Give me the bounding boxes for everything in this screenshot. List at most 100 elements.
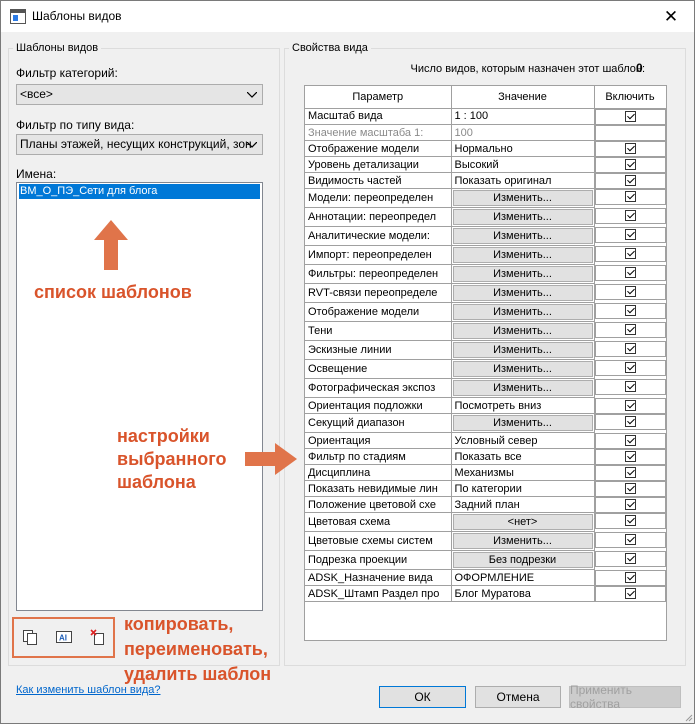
- edit-value-button[interactable]: Изменить...: [452, 228, 593, 244]
- table-row[interactable]: Секущий диапазон Изменить...: [305, 413, 666, 433]
- edit-value-button[interactable]: Изменить...: [452, 342, 593, 358]
- include-checkbox[interactable]: [624, 400, 636, 411]
- table-row[interactable]: Уровень детализации Высокий: [305, 156, 666, 173]
- include-checkbox[interactable]: [624, 305, 636, 316]
- include-checkbox[interactable]: [624, 483, 636, 494]
- include-checkbox[interactable]: [624, 248, 636, 259]
- include-checkbox[interactable]: [624, 416, 636, 427]
- include-checkbox[interactable]: [624, 343, 636, 354]
- include-checkbox[interactable]: [624, 451, 636, 462]
- table-row[interactable]: Дисциплина Механизмы: [305, 464, 666, 481]
- table-row[interactable]: Показать невидимые лин По категории: [305, 480, 666, 497]
- include-checkbox[interactable]: [624, 499, 636, 510]
- delete-icon[interactable]: [88, 627, 108, 647]
- include-checkbox[interactable]: [624, 210, 636, 221]
- apply-properties-button[interactable]: Применить свойства: [569, 683, 681, 711]
- edit-value-button[interactable]: Изменить...: [452, 285, 593, 301]
- include-checkbox[interactable]: [624, 588, 636, 599]
- table-row[interactable]: Масштаб вида 1 : 100: [305, 107, 666, 125]
- value-cell[interactable]: Условный север: [450, 432, 595, 449]
- table-row[interactable]: Отображение модели Изменить...: [305, 302, 666, 322]
- table-row[interactable]: Положение цветовой схе Задний план: [305, 496, 666, 513]
- table-row[interactable]: ADSK_Назначение вида ОФОРМЛЕНИЕ: [305, 569, 666, 586]
- duplicate-icon[interactable]: [20, 627, 40, 647]
- table-row[interactable]: Импорт: переопределен Изменить...: [305, 245, 666, 265]
- include-checkbox[interactable]: [624, 572, 636, 583]
- value-cell[interactable]: Блог Муратова: [450, 585, 595, 602]
- edit-value-button[interactable]: Без подрезки: [452, 552, 593, 568]
- table-row[interactable]: Цветовая схема <нет>: [305, 512, 666, 532]
- include-checkbox[interactable]: [624, 534, 636, 545]
- column-header-parameter[interactable]: Параметр: [305, 86, 452, 109]
- edit-value-button[interactable]: Изменить...: [452, 361, 593, 377]
- table-row[interactable]: Подрезка проекции Без подрезки: [305, 550, 666, 570]
- template-names-list[interactable]: ВМ_О_ПЭ_Сети для блога: [16, 182, 263, 611]
- value-cell[interactable]: 1 : 100: [450, 107, 595, 125]
- edit-value-button[interactable]: Изменить...: [452, 266, 593, 282]
- table-row[interactable]: ADSK_Штамп Раздел про Блог Муратова: [305, 585, 666, 602]
- table-row[interactable]: Фотографическая экспоз Изменить...: [305, 378, 666, 398]
- edit-value-button[interactable]: Изменить...: [452, 190, 593, 206]
- include-checkbox[interactable]: [624, 267, 636, 278]
- close-icon[interactable]: ✕: [648, 1, 694, 32]
- column-header-include[interactable]: Включить: [593, 86, 666, 109]
- table-row[interactable]: Значение масштаба 1: 100: [305, 124, 666, 141]
- edit-value-button[interactable]: Изменить...: [452, 323, 593, 339]
- value-cell[interactable]: Задний план: [450, 496, 595, 513]
- include-checkbox[interactable]: [624, 515, 636, 526]
- value-cell[interactable]: Нормально: [450, 140, 595, 157]
- value-cell[interactable]: Посмотреть вниз: [450, 397, 595, 414]
- table-row[interactable]: Освещение Изменить...: [305, 359, 666, 379]
- table-row[interactable]: Фильтр по стадиям Показать все: [305, 448, 666, 465]
- value-cell[interactable]: Показать оригинал: [450, 172, 595, 189]
- table-row[interactable]: Видимость частей Показать оригинал: [305, 172, 666, 189]
- table-row[interactable]: Цветовые схемы систем Изменить...: [305, 531, 666, 551]
- table-row[interactable]: Ориентация Условный север: [305, 432, 666, 449]
- include-checkbox[interactable]: [624, 435, 636, 446]
- edit-value-button[interactable]: <нет>: [452, 514, 593, 530]
- table-row[interactable]: Ориентация подложки Посмотреть вниз: [305, 397, 666, 414]
- value-cell[interactable]: Высокий: [450, 156, 595, 173]
- edit-value-button[interactable]: Изменить...: [452, 380, 593, 396]
- category-filter-select[interactable]: <все>: [16, 84, 263, 105]
- include-checkbox[interactable]: [624, 175, 636, 186]
- value-cell[interactable]: Показать все: [450, 448, 595, 465]
- include-checkbox[interactable]: [624, 159, 636, 170]
- include-checkbox[interactable]: [624, 286, 636, 297]
- table-row[interactable]: RVT-связи переопределе Изменить...: [305, 283, 666, 303]
- rename-icon[interactable]: AI: [54, 627, 74, 647]
- include-checkbox[interactable]: [624, 381, 636, 392]
- cancel-button[interactable]: Отмена: [475, 686, 561, 708]
- resize-grip-icon[interactable]: [683, 712, 693, 722]
- value-cell[interactable]: По категории: [450, 480, 595, 497]
- include-checkbox[interactable]: [624, 229, 636, 240]
- include-checkbox[interactable]: [624, 467, 636, 478]
- include-checkbox[interactable]: [624, 362, 636, 373]
- include-checkbox[interactable]: [624, 191, 636, 202]
- table-row[interactable]: Тени Изменить...: [305, 321, 666, 341]
- table-row[interactable]: Фильтры: переопределен Изменить...: [305, 264, 666, 284]
- table-row[interactable]: Модели: переопределен Изменить...: [305, 188, 666, 208]
- value-cell[interactable]: ОФОРМЛЕНИЕ: [450, 569, 595, 586]
- column-header-value[interactable]: Значение: [450, 86, 595, 109]
- arrow-up-icon: [94, 220, 128, 270]
- ok-button[interactable]: ОК: [379, 686, 466, 708]
- edit-value-button[interactable]: Изменить...: [452, 304, 593, 320]
- include-checkbox[interactable]: [624, 111, 636, 122]
- edit-value-button[interactable]: Изменить...: [452, 533, 593, 549]
- include-checkbox[interactable]: [624, 324, 636, 335]
- view-type-filter-select[interactable]: Планы этажей, несущих конструкций, зон: [16, 134, 263, 155]
- value-cell[interactable]: Механизмы: [450, 464, 595, 481]
- table-row[interactable]: Аннотации: переопредел Изменить...: [305, 207, 666, 227]
- help-link[interactable]: Как изменить шаблон вида?: [16, 684, 161, 696]
- edit-value-button[interactable]: Изменить...: [452, 415, 593, 431]
- include-checkbox[interactable]: [624, 143, 636, 154]
- table-row[interactable]: Эскизные линии Изменить...: [305, 340, 666, 360]
- edit-value-button[interactable]: Изменить...: [452, 247, 593, 263]
- table-row[interactable]: Аналитические модели: Изменить...: [305, 226, 666, 246]
- list-item[interactable]: ВМ_О_ПЭ_Сети для блога: [19, 184, 260, 199]
- table-row[interactable]: Отображение модели Нормально: [305, 140, 666, 157]
- include-checkbox[interactable]: [624, 553, 636, 564]
- edit-value-button[interactable]: Изменить...: [452, 209, 593, 225]
- title-bar: Шаблоны видов ✕: [1, 1, 694, 32]
